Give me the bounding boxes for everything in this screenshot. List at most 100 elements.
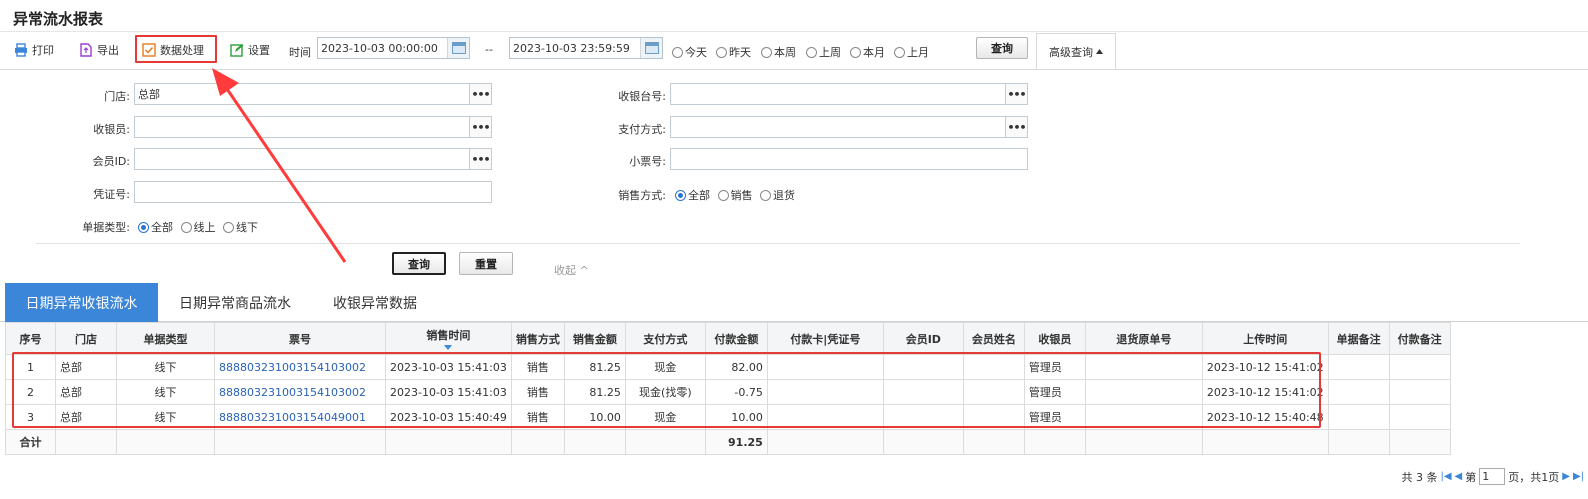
total-cell [510,429,565,455]
prev-page-icon[interactable]: ◀ [1455,471,1463,482]
collapse-filters-link[interactable]: 收起 ^ [554,262,589,278]
col-header-member-id[interactable]: 会员ID [882,322,964,355]
col-header-return-orig[interactable]: 退货原单号 [1084,322,1203,355]
col-header-sale-amount[interactable]: 销售金额 [563,322,626,355]
cell-member-id [882,354,964,380]
last-page-icon[interactable]: ▶| [1573,471,1584,482]
doc-type-option-offline[interactable]: 线下 [223,221,258,234]
tab-cash-abnormal-data[interactable]: 收银异常数据 [315,283,435,322]
cell-pay-note [1388,404,1451,430]
cell-sale-amount: 81.25 [563,354,626,380]
end-calendar-button[interactable] [640,38,662,58]
settings-button[interactable]: 设置 [230,40,270,60]
cell-sale-mode: 销售 [510,404,565,430]
cell-sale-mode: 销售 [510,354,565,380]
cell-cashier: 管理员 [1023,404,1086,430]
cell-pay-amount: 82.00 [704,354,768,380]
ticket-no-link[interactable]: 888803231003154103002 [214,354,386,380]
next-page-icon[interactable]: ▶ [1562,471,1570,482]
receipt-no-field[interactable] [670,148,1028,170]
cell-store: 总部 [55,379,117,405]
col-header-sale-time[interactable]: 销售时间 [385,322,512,355]
col-header-pay-note[interactable]: 付款备注 [1388,322,1451,355]
col-header-doc-type[interactable]: 单据类型 [116,322,215,355]
member-id-label: 会员ID: [92,155,130,168]
col-header-ticket-no[interactable]: 票号 [214,322,386,355]
page-number-input[interactable]: 1 [1479,468,1506,485]
quick-range-last-week[interactable]: 上周 [806,44,841,60]
calendar-icon [451,42,466,54]
quick-range-this-month[interactable]: 本月 [850,44,885,60]
doc-type-option-label: 全部 [151,221,173,234]
toolbar-query-button[interactable]: 查询 [976,37,1028,59]
start-time-input[interactable]: 2023-10-03 00:00:00 [317,37,470,59]
member-picker-button[interactable]: ••• [469,149,491,169]
sale-mode-option-all[interactable]: 全部 [675,189,710,202]
cashier-picker-button[interactable]: ••• [469,117,491,137]
ticket-no-link[interactable]: 888803231003154049001 [214,404,386,430]
table-row[interactable]: 3 总部 线下 888803231003154049001 2023-10-03… [5,404,1451,430]
quick-range-yesterday[interactable]: 昨天 [716,44,751,60]
voucher-field[interactable] [134,181,492,203]
quick-range-this-week[interactable]: 本周 [761,44,796,60]
flow-table: 序号 门店 单据类型 票号 销售时间 销售方式 销售金额 支付方式 付款金额 付… [5,322,1451,455]
quick-range-label: 本月 [863,46,885,59]
cell-member-id [882,379,964,405]
payment-picker-button[interactable]: ••• [1005,117,1027,137]
tab-date-abnormal-cash[interactable]: 日期异常收银流水 [5,283,158,322]
pagination: 共 3 条 |◀ ◀ 第 1 页，共1页 ▶ ▶| [1401,468,1584,485]
sort-desc-icon [444,345,453,350]
col-header-card-voucher[interactable]: 付款卡|凭证号 [766,322,884,355]
print-label: 打印 [32,44,54,57]
col-header-doc-note[interactable]: 单据备注 [1327,322,1390,355]
col-header-member-name[interactable]: 会员姓名 [962,322,1025,355]
first-page-icon[interactable]: |◀ [1440,471,1451,482]
register-picker-button[interactable]: ••• [1005,84,1027,104]
col-header-upload-time[interactable]: 上传时间 [1201,322,1329,355]
store-field[interactable]: 总部 ••• [134,83,492,105]
cashier-field[interactable]: ••• [134,116,492,138]
sale-mode-option-sale[interactable]: 销售 [717,189,753,202]
table-row[interactable]: 1 总部 线下 888803231003154103002 2023-10-03… [5,354,1451,380]
store-picker-button[interactable]: ••• [469,84,491,104]
member-id-field[interactable]: ••• [134,148,492,170]
start-calendar-button[interactable] [447,38,469,58]
quick-range-today[interactable]: 今天 [672,44,707,60]
caret-up-icon [1096,49,1103,54]
total-cell [766,429,884,455]
payment-method-field[interactable]: ••• [670,116,1028,138]
tab-date-abnormal-goods[interactable]: 日期异常商品流水 [160,283,310,322]
radio-icon [716,47,727,58]
cell-pay-method: 现金 [624,354,706,380]
filter-query-button[interactable]: 查询 [392,252,446,275]
radio-icon [850,47,861,58]
register-field[interactable]: ••• [670,83,1028,105]
sale-mode-option-return[interactable]: 退货 [760,189,795,202]
doc-type-option-all[interactable]: 全部 [138,221,173,234]
sale-mode-option-label: 全部 [688,189,710,202]
col-header-pay-method[interactable]: 支付方式 [624,322,706,355]
ticket-no-link[interactable]: 888803231003154103002 [214,379,386,405]
col-header-sale-mode[interactable]: 销售方式 [510,322,565,355]
export-button[interactable]: 导出 [79,40,119,60]
table-row[interactable]: 2 总部 线下 888803231003154103002 2023-10-03… [5,379,1451,405]
col-header-cashier[interactable]: 收银员 [1023,322,1086,355]
radio-icon [180,222,192,233]
total-cell [1084,429,1203,455]
doc-type-option-online[interactable]: 线上 [180,221,216,234]
filter-reset-button[interactable]: 重置 [459,252,513,275]
quick-range-last-month[interactable]: 上月 [894,44,929,60]
col-header-pay-amount[interactable]: 付款金额 [704,322,768,355]
cell-sale-time: 2023-10-03 15:40:49 [385,404,512,430]
cell-member-id [882,404,964,430]
col-header-store[interactable]: 门店 [55,322,117,355]
form-divider [36,243,1520,244]
col-header-seq[interactable]: 序号 [5,322,56,355]
cell-member-name [962,354,1025,380]
print-button[interactable]: 打印 [14,40,54,60]
cell-seq: 2 [5,379,56,405]
advanced-query-toggle[interactable]: 高级查询 [1036,33,1116,69]
end-time-input[interactable]: 2023-10-03 23:59:59 [509,37,663,59]
cell-card-voucher [766,404,884,430]
cell-return-orig [1084,379,1203,405]
